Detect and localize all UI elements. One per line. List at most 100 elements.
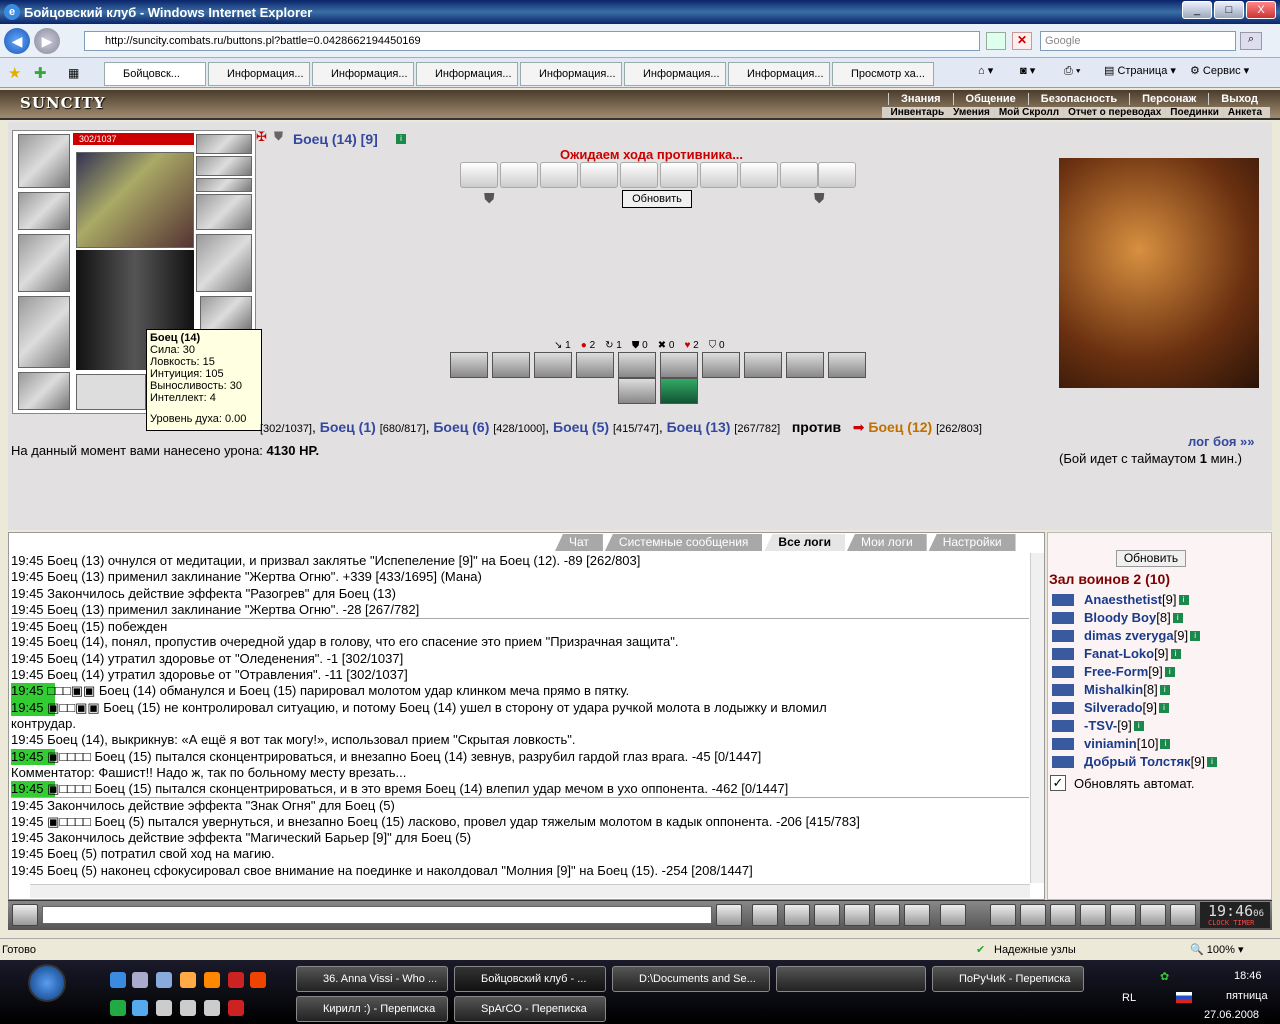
player-info-icon[interactable]: i — [1207, 757, 1218, 767]
player-info-icon[interactable]: i — [1159, 685, 1170, 695]
task-winamp[interactable]: 36. Anna Vissi - Who ... — [296, 966, 448, 992]
rss-icon[interactable]: ◙ ▾ — [1020, 63, 1035, 79]
tray-qip-icon[interactable]: ✿ — [1160, 970, 1169, 983]
forward-button[interactable]: ▶ — [34, 28, 60, 54]
menu-my-scroll[interactable]: Мой Скролл — [993, 107, 1063, 118]
player-info-icon[interactable]: i — [1170, 649, 1181, 659]
menu-security[interactable]: Безопасность — [1027, 93, 1129, 105]
inventory-icon[interactable] — [1080, 904, 1106, 926]
app-icon-6[interactable] — [110, 1000, 126, 1016]
tab-info-1[interactable]: Информация... — [208, 62, 310, 86]
scroll-slot-6[interactable] — [660, 162, 698, 188]
add-favorite-icon[interactable]: ✚ — [34, 64, 47, 82]
player-info-icon[interactable]: i — [1178, 595, 1189, 605]
player-info-icon[interactable]: i — [1160, 739, 1171, 749]
menu-profile[interactable]: Анкета — [1222, 107, 1266, 118]
service-menu[interactable]: ⚙ Сервис ▾ — [1190, 63, 1249, 79]
shield-slot[interactable] — [200, 296, 252, 330]
fighter-12-link[interactable]: Боец (12) — [868, 419, 932, 435]
tab-info-6[interactable]: Информация... — [728, 62, 830, 86]
weapon-right-slot[interactable] — [196, 234, 252, 292]
scroll-slot-7[interactable] — [700, 162, 738, 188]
task-qip-kirill[interactable]: Кирилл :) - Переписка — [296, 996, 448, 1022]
belt-slot[interactable] — [18, 372, 70, 410]
task-qip-poruchik[interactable]: ПоРуЧиК - Переписка — [932, 966, 1084, 992]
tab-my-logs[interactable]: Мои логи — [846, 534, 927, 551]
player-list-item[interactable]: Silverado [9] i — [1052, 699, 1217, 717]
smile-icon[interactable] — [940, 904, 966, 926]
tab-info-2[interactable]: Информация... — [312, 62, 414, 86]
weapon-left-slot[interactable] — [18, 234, 70, 292]
fighter-icon[interactable] — [844, 904, 870, 926]
app-icon-9[interactable] — [180, 1000, 196, 1016]
spell-slots-grid[interactable] — [76, 152, 194, 248]
scroll-slot-2[interactable] — [500, 162, 538, 188]
app-icon-1[interactable] — [156, 972, 172, 988]
action-button-4[interactable] — [576, 352, 614, 378]
action-button-12[interactable] — [660, 378, 698, 404]
action-button-9[interactable] — [786, 352, 824, 378]
gloves-slot[interactable] — [196, 194, 252, 230]
player-info-icon[interactable]: i — [1164, 667, 1175, 677]
menu-inventory[interactable]: Инвентарь — [885, 107, 949, 118]
player-list-item[interactable]: Bloody Boy [8] i — [1052, 609, 1217, 627]
menu-skills[interactable]: Умения — [948, 107, 994, 118]
app-icon-5[interactable] — [250, 972, 266, 988]
task-ie[interactable]: Бойцовский клуб - ... — [454, 966, 606, 992]
menu-knowledge[interactable]: Знания — [888, 93, 952, 105]
map-icon[interactable] — [1050, 904, 1076, 926]
smiles-icon[interactable] — [12, 904, 38, 926]
rings-slot[interactable] — [196, 178, 252, 192]
app-icon-11[interactable] — [228, 1000, 244, 1016]
scroll-slot-3[interactable] — [540, 162, 578, 188]
url-field[interactable]: http://suncity.combats.ru/buttons.pl?bat… — [84, 31, 980, 51]
player-name[interactable]: Fanat-Loko — [1084, 645, 1154, 663]
fight-icon[interactable] — [1020, 904, 1046, 926]
scroll-slot-10[interactable] — [818, 162, 856, 188]
action-button-6[interactable] — [660, 352, 698, 378]
language-indicator[interactable]: RL — [1122, 992, 1136, 1004]
search-icon[interactable]: ⌕ — [1240, 32, 1262, 50]
helmet-slot[interactable] — [18, 134, 70, 188]
ie-quicklaunch-icon[interactable] — [110, 972, 126, 988]
refresh-icon[interactable] — [986, 32, 1006, 50]
player-list-item[interactable]: -TSV- [9] i — [1052, 717, 1217, 735]
player-name[interactable]: Free-Form — [1084, 663, 1148, 681]
bracers-slot[interactable] — [18, 192, 70, 230]
task-explorer[interactable]: D:\Documents and Se... — [612, 966, 770, 992]
close-button[interactable]: X — [1246, 1, 1276, 19]
player-name[interactable]: Silverado — [1084, 699, 1143, 717]
sound-icon[interactable] — [904, 904, 930, 926]
quick-tabs-icon[interactable]: ▦ — [68, 66, 79, 80]
tab-info-3[interactable]: Информация... — [416, 62, 518, 86]
player-list-item[interactable]: Добрый Толстяк [9] i — [1052, 753, 1218, 771]
exit-icon[interactable] — [1170, 904, 1196, 926]
player-name[interactable]: Anaesthetist — [1084, 591, 1162, 609]
tab-view[interactable]: Просмотр ха... — [832, 62, 934, 86]
task-blank[interactable] — [776, 966, 926, 992]
player-list-item[interactable]: Fanat-Loko [9] i — [1052, 645, 1217, 663]
scroll-slot-1[interactable] — [460, 162, 498, 188]
print-icon[interactable]: ⎙ ▾ — [1064, 63, 1080, 79]
player-list-item[interactable]: Mishalkin [8] i — [1052, 681, 1217, 699]
auto-refresh-toggle[interactable]: ✓ Обновлять автомат. — [1050, 775, 1194, 791]
scroll-slot-8[interactable] — [740, 162, 778, 188]
page-menu[interactable]: ▤ Страница ▾ — [1104, 63, 1176, 79]
earrings-slot[interactable] — [196, 134, 252, 154]
player-name-link[interactable]: Боец (14) [9] — [293, 131, 378, 147]
player-list-item[interactable]: Anaesthetist [9] i — [1052, 591, 1217, 609]
player-list-item[interactable]: viniamin [10] i — [1052, 735, 1217, 753]
tab-all-logs[interactable]: Все логи — [764, 534, 845, 551]
menu-exit[interactable]: Выход — [1208, 93, 1270, 105]
action-button-7[interactable] — [702, 352, 740, 378]
translit-icon[interactable] — [874, 904, 900, 926]
action-button-5[interactable] — [618, 352, 656, 378]
scroll-slot-4[interactable] — [580, 162, 618, 188]
refresh-battle-button[interactable]: Обновить — [622, 190, 692, 208]
app-icon-7[interactable] — [132, 1000, 148, 1016]
room-refresh-button[interactable]: Обновить — [1116, 550, 1186, 567]
player-name[interactable]: Добрый Толстяк — [1084, 753, 1191, 771]
chat-vertical-scrollbar[interactable] — [1030, 553, 1044, 883]
home-icon[interactable]: ⌂ ▾ — [978, 63, 993, 79]
app-icon-3[interactable] — [204, 972, 220, 988]
